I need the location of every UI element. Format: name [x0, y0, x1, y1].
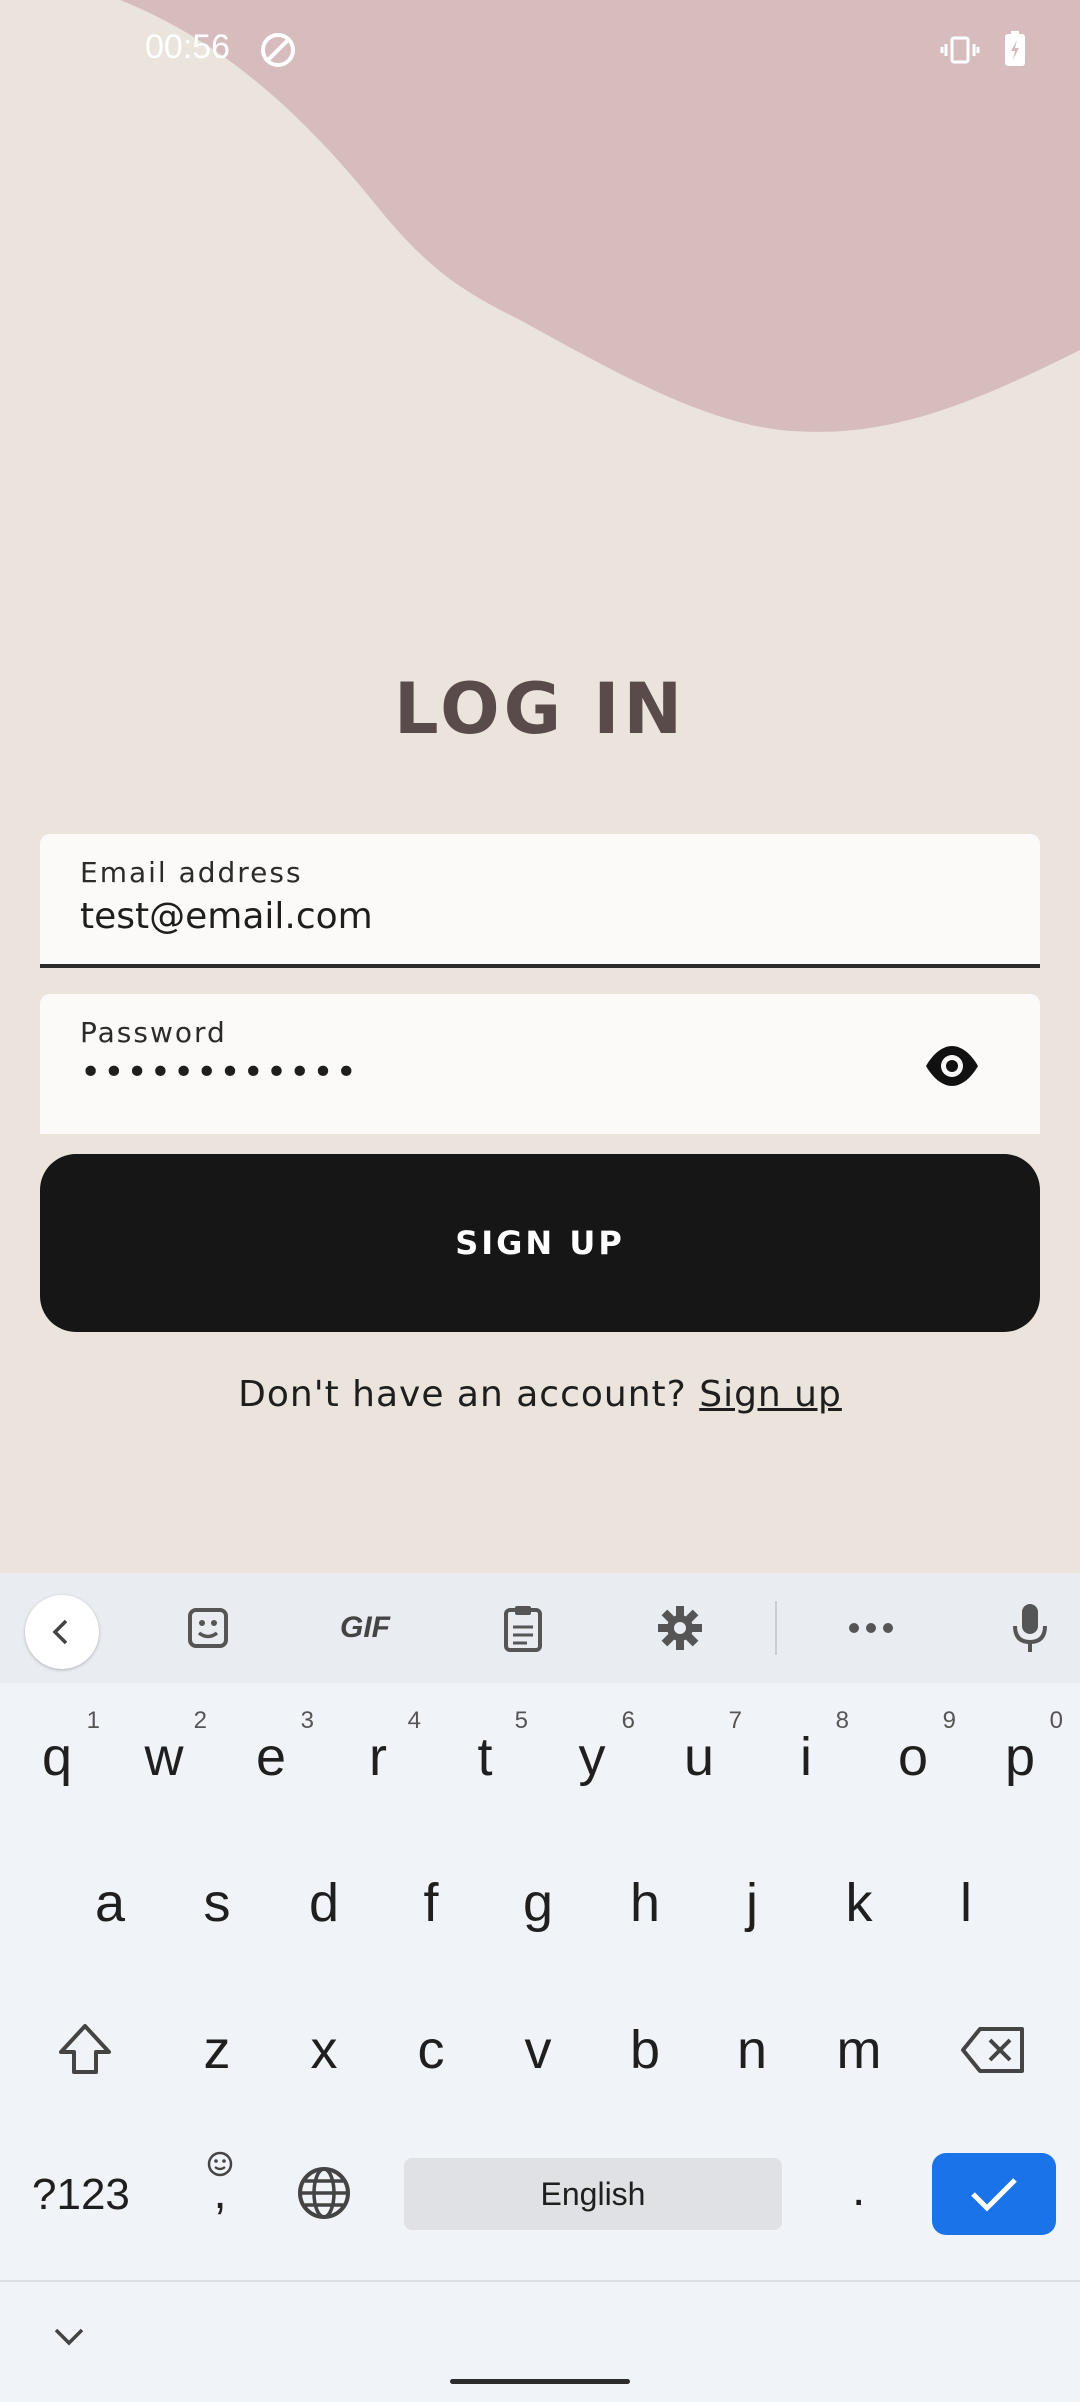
key-m[interactable]: m [810, 1990, 908, 2110]
keyboard-back-button[interactable] [25, 1595, 99, 1669]
key-b[interactable]: b [596, 1990, 694, 2110]
enter-key[interactable] [932, 2153, 1056, 2235]
shift-key[interactable] [36, 1990, 134, 2110]
key-v[interactable]: v [489, 1990, 587, 2110]
key-d[interactable]: d [275, 1843, 373, 1963]
symbols-key[interactable]: ?123 [32, 2170, 130, 2220]
key-y[interactable]: y6 [543, 1697, 641, 1817]
key-g[interactable]: g [489, 1843, 587, 1963]
space-bar[interactable]: English [404, 2158, 782, 2230]
key-p[interactable]: p0 [971, 1697, 1069, 1817]
key-i[interactable]: i8 [757, 1697, 855, 1817]
show-password-icon[interactable] [922, 1036, 982, 1096]
key-h[interactable]: h [596, 1843, 694, 1963]
navigation-bar [0, 2280, 1080, 2402]
status-bar: 00:56 [0, 0, 1080, 100]
checkmark-icon [971, 2178, 1017, 2212]
battery-charging-icon [1005, 31, 1025, 66]
key-k[interactable]: k [810, 1843, 908, 1963]
sign-up-button[interactable]: SIGN UP [40, 1154, 1040, 1332]
key-x[interactable]: x [275, 1990, 373, 2110]
keyboard-toolbar: GIF [0, 1573, 1080, 1683]
gear-icon [658, 1606, 702, 1650]
signup-prompt: Don't have an account? Sign up [0, 1374, 1080, 1415]
home-indicator[interactable] [450, 2379, 630, 2384]
vibrate-icon [940, 36, 980, 64]
toolbar-divider [775, 1601, 777, 1655]
sync-icon [261, 33, 295, 67]
key-q[interactable]: q1 [8, 1697, 106, 1817]
backspace-icon [961, 2027, 1024, 2073]
key-t[interactable]: t5 [436, 1697, 534, 1817]
globe-icon [298, 2167, 350, 2219]
key-u[interactable]: u7 [650, 1697, 748, 1817]
key-f[interactable]: f [382, 1843, 480, 1963]
gif-button[interactable]: GIF [330, 1593, 400, 1663]
key-l[interactable]: l [917, 1843, 1015, 1963]
sticker-button[interactable] [173, 1593, 243, 1663]
microphone-icon [1013, 1604, 1047, 1652]
key-z[interactable]: z [168, 1990, 266, 2110]
email-field-value: test@email.com [80, 896, 373, 937]
sticker-icon [188, 1608, 228, 1648]
password-field[interactable]: Password •••••••••••• [40, 994, 1040, 1134]
more-button[interactable] [836, 1593, 906, 1663]
key-c[interactable]: c [382, 1990, 480, 2110]
language-key[interactable] [296, 2165, 352, 2226]
emoji-comma-key[interactable]: , [200, 2150, 240, 2219]
key-o[interactable]: o9 [864, 1697, 962, 1817]
key-j[interactable]: j [703, 1843, 801, 1963]
password-field-label: Password [80, 1016, 227, 1049]
key-a[interactable]: a [61, 1843, 159, 1963]
chevron-left-icon [52, 1619, 68, 1645]
settings-button[interactable] [645, 1593, 715, 1663]
email-field-label: Email address [80, 856, 303, 889]
more-horizontal-icon [849, 1623, 893, 1633]
comma-label: , [213, 2166, 227, 2219]
key-w[interactable]: w2 [115, 1697, 213, 1817]
period-key[interactable]: . [852, 2162, 865, 2217]
status-time: 00:56 [145, 28, 231, 66]
key-e[interactable]: e3 [222, 1697, 320, 1817]
email-field[interactable]: Email address test@email.com [40, 834, 1040, 968]
password-field-value: •••••••••••• [80, 1052, 359, 1093]
key-s[interactable]: s [168, 1843, 266, 1963]
signup-link[interactable]: Sign up [699, 1374, 842, 1415]
signup-prompt-text: Don't have an account? [238, 1374, 687, 1415]
page-title: LOG IN [393, 668, 687, 750]
shift-icon [59, 2024, 111, 2074]
backspace-key[interactable] [944, 1990, 1042, 2110]
clipboard-icon [504, 1606, 542, 1652]
clipboard-button[interactable] [488, 1593, 558, 1663]
key-r[interactable]: r4 [329, 1697, 427, 1817]
login-screen: 00:56 LOG IN Email address test@email.co… [0, 0, 1080, 1573]
hide-keyboard-icon[interactable] [52, 2326, 86, 2348]
microphone-button[interactable] [995, 1593, 1065, 1663]
key-n[interactable]: n [703, 1990, 801, 2110]
